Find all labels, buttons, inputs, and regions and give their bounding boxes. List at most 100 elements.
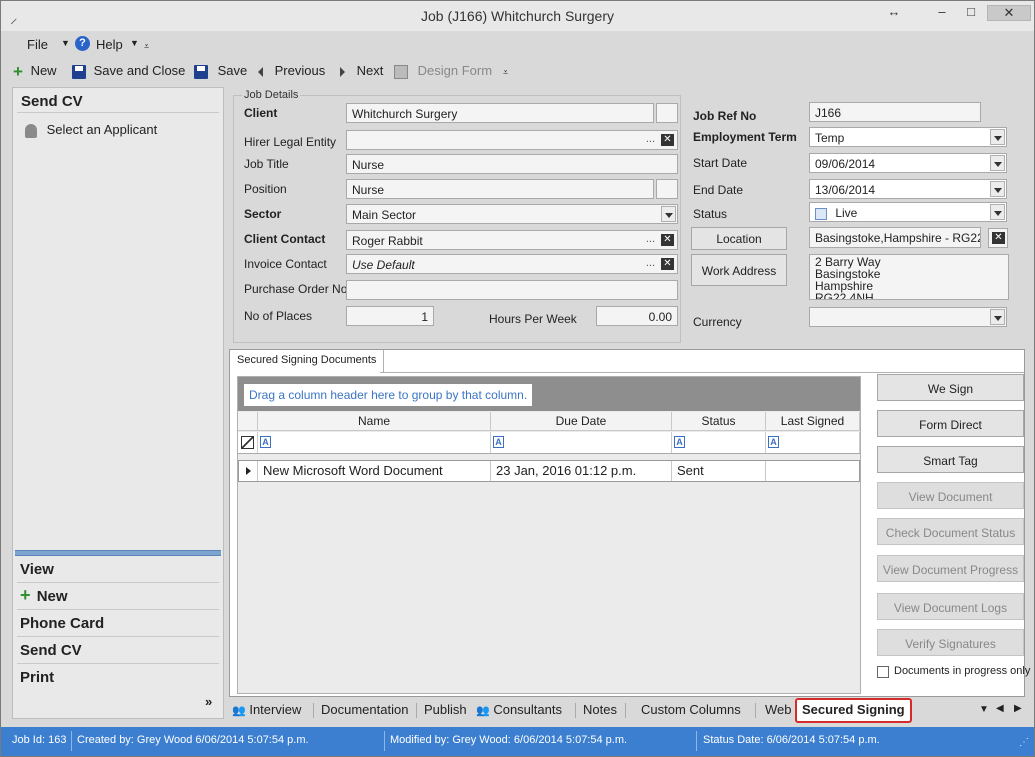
invoice-contact-field[interactable]: Use Default ... ✕ [346, 254, 678, 274]
filter-clear-cell[interactable] [238, 432, 258, 453]
tab-secured-signing-documents[interactable]: Secured Signing Documents [230, 350, 385, 373]
cell-name[interactable]: New Microsoft Word Document [258, 461, 491, 481]
chevron-down-icon[interactable] [990, 155, 1005, 171]
hours-per-week-field[interactable]: 0.00 [596, 306, 678, 326]
view-document-button[interactable]: View Document [877, 482, 1024, 509]
filter-last-signed[interactable]: A [766, 432, 860, 453]
select-applicant-link[interactable]: Select an Applicant [25, 122, 157, 138]
clear-icon[interactable]: ✕ [661, 134, 674, 146]
cell-due-date[interactable]: 23 Jan, 2016 01:12 p.m. [491, 461, 672, 481]
tab-secured-signing[interactable]: Secured Signing [795, 698, 912, 723]
chevron-down-icon[interactable] [990, 204, 1005, 220]
column-header-due-date[interactable]: Due Date [491, 412, 672, 431]
next-button[interactable]: Next [340, 63, 383, 78]
ellipsis-icon[interactable]: ... [646, 233, 655, 245]
chevron-down-icon[interactable] [990, 309, 1005, 325]
menu-help[interactable]: Help [96, 37, 123, 52]
purchase-order-field[interactable] [346, 280, 678, 300]
smart-tag-button[interactable]: Smart Tag [877, 446, 1024, 473]
ellipsis-icon[interactable]: ... [646, 133, 655, 145]
design-form-button[interactable]: Design Form [394, 63, 492, 79]
nav-view[interactable]: View [20, 561, 54, 578]
work-address-button[interactable]: Work Address [691, 254, 787, 286]
check-document-status-button[interactable]: Check Document Status [877, 518, 1024, 545]
row-indicator[interactable] [239, 461, 258, 481]
tab-list-dropdown-icon[interactable]: ▼ [979, 704, 989, 715]
save-button[interactable]: Save [194, 63, 247, 79]
hirer-legal-entity-field[interactable]: ... ✕ [346, 130, 678, 150]
close-button[interactable]: ✕ [987, 5, 1031, 21]
tab-scroll-left-icon[interactable]: ◀ [996, 703, 1004, 714]
position-extra-box[interactable] [656, 179, 678, 199]
documents-in-progress-checkbox[interactable] [877, 666, 889, 678]
ellipsis-icon[interactable]: ... [646, 257, 655, 269]
client-field[interactable]: Whitchurch Surgery [346, 103, 654, 123]
tab-web[interactable]: Web [765, 702, 792, 717]
column-header-name[interactable]: Name [258, 412, 491, 431]
sector-dropdown[interactable]: Main Sector [346, 204, 678, 224]
tab-publish[interactable]: Publish [424, 702, 467, 717]
clear-location-icon[interactable]: ✕ [988, 228, 1008, 248]
table-row[interactable]: New Microsoft Word Document 23 Jan, 2016… [238, 460, 860, 482]
job-ref-field[interactable]: J166 [809, 102, 981, 122]
filter-status[interactable]: A [672, 432, 766, 453]
clear-icon[interactable]: ✕ [661, 258, 674, 270]
cell-last-signed[interactable] [766, 461, 859, 481]
resize-grip-icon[interactable]: ⋰ [1019, 737, 1029, 748]
plus-icon: + [13, 61, 23, 81]
chevron-down-icon[interactable] [661, 206, 676, 222]
end-date-label: End Date [693, 183, 744, 197]
new-button[interactable]: + New [13, 61, 57, 81]
form-direct-button[interactable]: Form Direct [877, 410, 1024, 437]
more-options-icon[interactable]: » [205, 694, 212, 709]
maximize-button[interactable]: □ [958, 5, 984, 21]
filter-icon: A [493, 436, 504, 448]
chevron-down-icon[interactable] [990, 181, 1005, 197]
status-dropdown[interactable]: Live [809, 202, 1007, 222]
view-document-logs-button[interactable]: View Document Logs [877, 593, 1024, 620]
clear-icon[interactable]: ✕ [661, 234, 674, 246]
position-field[interactable]: Nurse [346, 179, 654, 199]
tab-scroll-right-icon[interactable]: ▶ [1014, 703, 1022, 714]
nav-new[interactable]: + New [20, 586, 68, 605]
tab-interview[interactable]: 👥 Interview [232, 702, 301, 717]
save-and-close-button[interactable]: Save and Close [72, 63, 185, 79]
group-by-hint[interactable]: Drag a column header here to group by th… [244, 384, 533, 406]
employment-term-dropdown[interactable]: Temp [809, 127, 1007, 147]
tab-custom-columns[interactable]: Custom Columns [641, 702, 741, 717]
tab-notes[interactable]: Notes [583, 702, 617, 717]
previous-button[interactable]: Previous [258, 63, 325, 78]
file-dropdown-icon[interactable]: ▼ [61, 38, 70, 48]
help-dropdown-icon[interactable]: ▼ [130, 38, 139, 48]
minimize-button[interactable]: – [929, 5, 955, 21]
we-sign-button[interactable]: We Sign [877, 374, 1024, 401]
location-button[interactable]: Location [691, 227, 787, 250]
column-header-last-signed[interactable]: Last Signed [766, 412, 860, 431]
cell-status[interactable]: Sent [672, 461, 766, 481]
tab-documentation[interactable]: Documentation [321, 702, 408, 717]
client-extra-box[interactable] [656, 103, 678, 123]
job-title-field[interactable]: Nurse [346, 154, 678, 174]
client-contact-field[interactable]: Roger Rabbit ... ✕ [346, 230, 678, 250]
filter-name[interactable]: A [258, 432, 491, 453]
filter-due-date[interactable]: A [491, 432, 672, 453]
column-header-status[interactable]: Status [672, 412, 766, 431]
nav-send-cv[interactable]: Send CV [20, 642, 82, 659]
nav-print[interactable]: Print [20, 669, 54, 686]
tab-consultants[interactable]: 👥 Consultants [476, 702, 562, 717]
start-date-field[interactable]: 09/06/2014 [809, 153, 1007, 173]
menu-file[interactable]: File [27, 37, 48, 52]
customize-menu-icon[interactable]: ⩡ [144, 41, 149, 52]
end-date-field[interactable]: 13/06/2014 [809, 179, 1007, 199]
restore-size-icon[interactable]: ↔ [881, 5, 907, 21]
view-document-progress-button[interactable]: View Document Progress [877, 555, 1024, 582]
location-field[interactable]: Basingstoke,Hampshire - RG22 [809, 227, 981, 248]
panel-splitter[interactable] [15, 550, 221, 556]
chevron-down-icon[interactable] [990, 129, 1005, 145]
nav-phone-card[interactable]: Phone Card [20, 615, 104, 632]
currency-dropdown[interactable] [809, 307, 1007, 327]
verify-signatures-button[interactable]: Verify Signatures [877, 629, 1024, 656]
customize-toolbar-icon[interactable]: ⩡ [503, 67, 508, 78]
no-of-places-field[interactable]: 1 [346, 306, 434, 326]
work-address-field[interactable]: 2 Barry Way Basingstoke Hampshire RG22 4… [809, 254, 1009, 300]
